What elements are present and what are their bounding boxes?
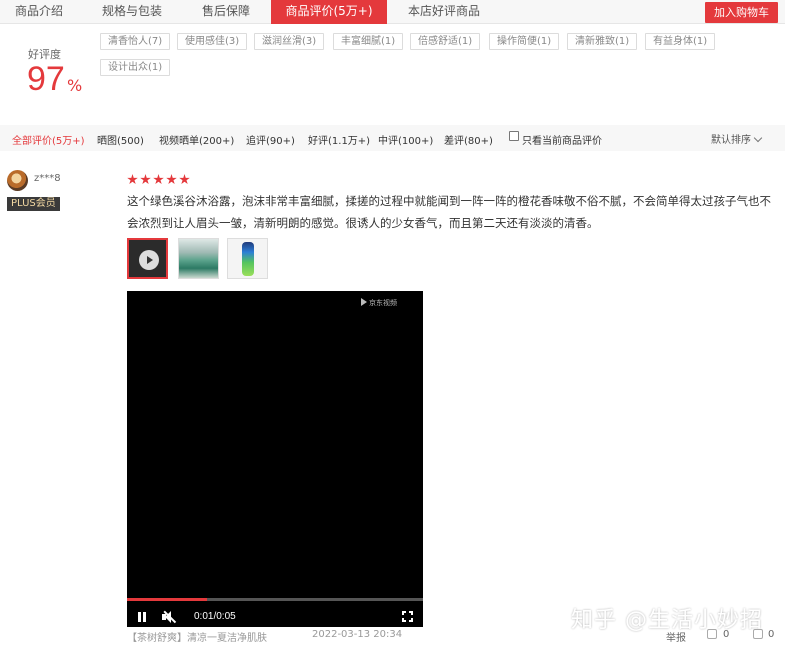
reply-count: 0 [768,629,775,640]
video-progress-bar[interactable] [127,598,423,601]
photo-thumbnail[interactable] [178,238,219,279]
add-to-cart-button[interactable]: 加入购物车 [705,2,778,23]
plus-member-badge: PLUS会员 [7,197,60,211]
play-icon [139,250,159,270]
report-link[interactable]: 举报 [666,629,686,644]
filter-video[interactable]: 视频晒单(200+) [159,132,234,147]
current-product-only-label[interactable]: 只看当前商品评价 [522,132,602,147]
review-date: 2022-03-13 20:34 [312,629,403,640]
current-product-only-checkbox[interactable] [509,131,519,141]
filter-photos[interactable]: 晒图(500) [97,132,144,147]
star-icon [127,174,138,185]
review-tag[interactable]: 使用感佳(3) [177,33,248,50]
review-tag[interactable]: 滋润丝滑(3) [254,33,325,50]
tab-store-top-products[interactable]: 本店好评商品 [393,0,495,24]
avatar[interactable] [7,170,28,191]
reply-icon[interactable] [753,629,763,639]
video-time: 0:01/0:05 [194,611,236,622]
review-tag[interactable]: 清新雅致(1) [567,33,638,50]
review-tag[interactable]: 设计出众(1) [100,59,171,76]
tab-specs[interactable]: 规格与包装 [84,0,180,24]
pause-icon[interactable] [137,612,147,622]
filter-positive[interactable]: 好评(1.1万+) [308,132,370,147]
review-tag[interactable]: 有益身体(1) [645,33,716,50]
tab-after-sales[interactable]: 售后保障 [185,0,267,24]
star-icon [179,174,190,185]
like-count: 0 [723,629,730,640]
play-logo-icon [361,298,367,306]
review-tag[interactable]: 清香怡人(7) [100,33,171,50]
video-progress-fill [127,598,207,601]
video-thumbnail[interactable] [127,238,168,279]
rating-value: 97 [27,60,65,98]
tab-bar: 商品介绍 规格与包装 售后保障 商品评价(5万+) 本店好评商品 加入购物车 [0,0,785,24]
filter-all[interactable]: 全部评价(5万+) [12,132,85,147]
username: z***8 [34,173,61,184]
star-icon [140,174,151,185]
review-text: 这个绿色溪谷沐浴露，泡沫非常丰富细腻，揉搓的过程中就能闻到一阵一阵的橙花香味敬不… [127,194,771,230]
bottle-image [242,242,254,276]
star-icon [166,174,177,185]
sort-dropdown[interactable]: 默认排序 [711,131,763,146]
sort-label: 默认排序 [711,135,751,146]
review-tag[interactable]: 倍感舒适(1) [410,33,481,50]
tab-reviews[interactable]: 商品评价(5万+) [271,0,387,24]
fullscreen-icon[interactable] [402,611,413,622]
like-icon[interactable] [707,629,717,639]
chevron-down-icon [753,133,763,143]
photo-thumbnail[interactable] [227,238,268,279]
review-tag[interactable]: 丰富细腻(1) [333,33,404,50]
filter-negative[interactable]: 差评(80+) [444,132,493,147]
mute-icon[interactable] [162,610,177,623]
tab-product-intro[interactable]: 商品介绍 [0,0,78,24]
review-tag[interactable]: 操作简便(1) [489,33,560,50]
star-icon [153,174,164,185]
video-player[interactable]: 京东视频 0:01/0:05 [127,291,423,627]
rating-unit: % [67,76,83,95]
filter-neutral[interactable]: 中评(100+) [378,132,433,147]
product-variant: 【茶树舒爽】清凉一夏洁净肌肤 [127,633,267,644]
star-rating [127,170,192,189]
filter-followup[interactable]: 追评(90+) [246,132,295,147]
video-watermark: 京东视频 [361,297,397,308]
